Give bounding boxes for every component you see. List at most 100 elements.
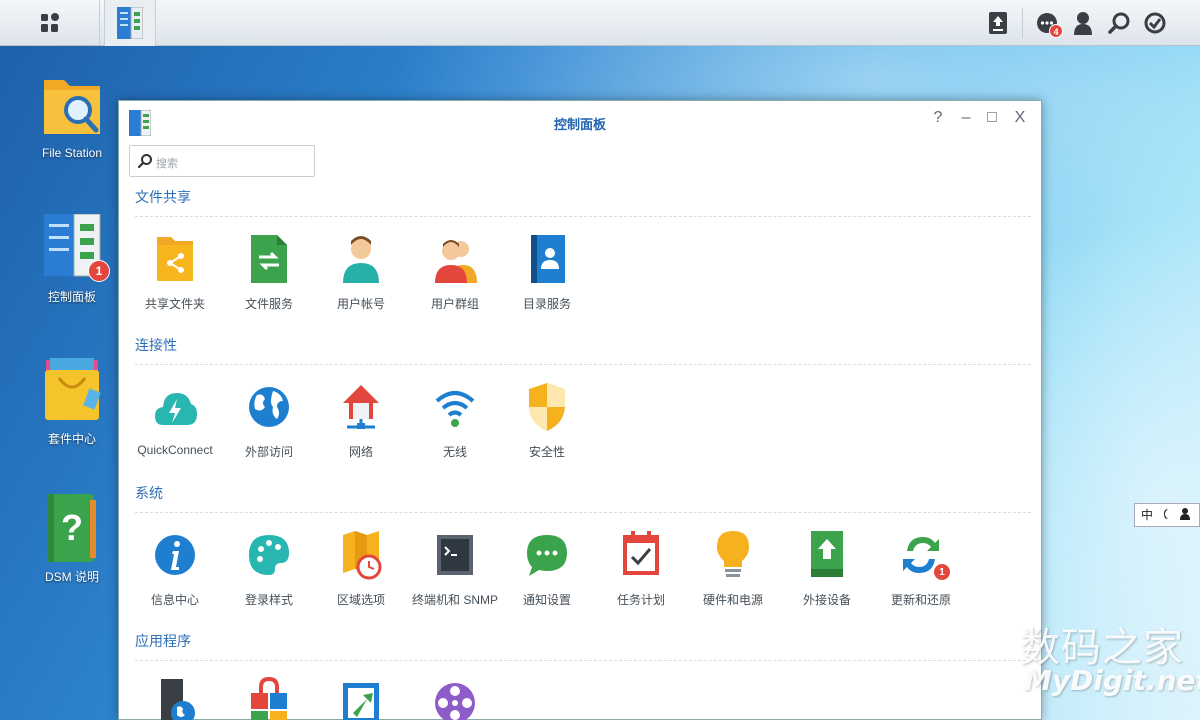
- desktop-icon-label: File Station: [41, 146, 103, 160]
- desktop-icon-dsm-help[interactable]: ? DSM 说明: [20, 494, 124, 585]
- globe-icon: [249, 387, 289, 427]
- item-regional-options[interactable]: 区域选项: [315, 529, 407, 608]
- palette-icon: [249, 535, 289, 575]
- chat-bubble-icon: [527, 535, 567, 576]
- watermark-url: MyDigit.net: [1024, 664, 1200, 697]
- item-shared-folder[interactable]: 共享文件夹: [129, 233, 221, 312]
- section-applications: 应用程序: [135, 631, 1031, 661]
- main-menu-button[interactable]: [0, 0, 100, 46]
- item-label: 通知设置: [522, 593, 571, 607]
- item-label: 外部访问: [244, 445, 293, 459]
- ime-mode-label: 中: [1141, 508, 1154, 522]
- lightbulb-icon: [717, 531, 749, 577]
- section-title: 应用程序: [135, 633, 191, 649]
- item-login-style[interactable]: 登录样式: [223, 529, 315, 608]
- notifications-button[interactable]: 4: [1029, 0, 1065, 46]
- section-connectivity: 连接性: [135, 335, 1031, 365]
- file-services-icon: [251, 235, 287, 283]
- maximize-button[interactable]: □: [979, 109, 1005, 127]
- item-update-restore[interactable]: 1 更新和还原: [875, 529, 967, 608]
- privileges-icon: [251, 676, 287, 720]
- item-label: 终端机和 SNMP: [411, 593, 498, 607]
- shopping-bag-icon: [45, 358, 101, 420]
- user-icon: [1074, 12, 1092, 35]
- item-user-group[interactable]: 用户群组: [409, 233, 501, 312]
- update-badge: 1: [933, 563, 951, 581]
- item-network[interactable]: 网络: [315, 381, 407, 460]
- grid-icon: [40, 13, 59, 32]
- item-label: 任务计划: [616, 593, 665, 607]
- search-icon: [138, 154, 152, 168]
- item-file-services[interactable]: 文件服务: [223, 233, 315, 312]
- calendar-check-icon: [623, 531, 659, 575]
- section-title: 系统: [135, 485, 163, 501]
- item-label: 登录样式: [244, 593, 293, 607]
- item-security[interactable]: 安全性: [501, 381, 593, 460]
- taskbar-control-panel-button[interactable]: [104, 0, 156, 46]
- help-book-icon: ?: [48, 494, 96, 562]
- item-external-access[interactable]: 外部访问: [223, 381, 315, 460]
- item-wireless[interactable]: 无线: [409, 381, 501, 460]
- control-panel-icon: [117, 7, 143, 39]
- control-panel-window: 控制面板 ? – □ X 搜索 文件共享 共享文件夹 文件服务 用户帐号 用户群…: [118, 100, 1042, 720]
- user-icon: [1179, 508, 1190, 520]
- minimize-button[interactable]: –: [953, 109, 979, 127]
- desktop-icon-label: 控制面板: [47, 290, 96, 304]
- item-shared-folder-sync[interactable]: [315, 677, 407, 720]
- section-title: 连接性: [135, 337, 177, 353]
- item-terminal-snmp[interactable]: 终端机和 SNMP: [409, 529, 501, 608]
- search-button[interactable]: [1101, 0, 1137, 46]
- widgets-button[interactable]: [1137, 0, 1173, 46]
- ime-indicator[interactable]: 中: [1134, 503, 1200, 527]
- map-clock-icon: [343, 531, 382, 580]
- help-button[interactable]: ?: [925, 109, 951, 127]
- close-button[interactable]: X: [1007, 109, 1033, 127]
- section-file-sharing: 文件共享: [135, 187, 1031, 217]
- item-label: 网络: [348, 445, 373, 459]
- item-external-devices[interactable]: 外接设备: [781, 529, 873, 608]
- user-menu-button[interactable]: [1065, 0, 1101, 46]
- terminal-icon: [437, 535, 473, 575]
- item-quickconnect[interactable]: QuickConnect: [129, 381, 221, 457]
- info-icon: [155, 535, 195, 575]
- section-divider: [135, 660, 1031, 661]
- item-task-scheduler[interactable]: 任务计划: [595, 529, 687, 608]
- item-user-account[interactable]: 用户帐号: [315, 233, 407, 312]
- search-input[interactable]: 搜索: [129, 145, 315, 177]
- item-label: 用户群组: [430, 297, 479, 311]
- item-notification[interactable]: 通知设置: [501, 529, 593, 608]
- group-icon: [435, 240, 477, 283]
- svg-text:?: ?: [61, 507, 83, 548]
- window-title: 控制面板: [553, 117, 606, 132]
- section-divider: [135, 512, 1031, 513]
- moon-icon: [1164, 509, 1169, 519]
- desktop-icon-control-panel[interactable]: 1 控制面板: [20, 213, 124, 305]
- item-directory-service[interactable]: 目录服务: [501, 233, 593, 312]
- item-label: 目录服务: [522, 297, 571, 311]
- upload-queue-icon: [989, 12, 1007, 34]
- user-icon: [343, 236, 379, 283]
- section-title: 文件共享: [135, 189, 191, 205]
- section-system: 系统: [135, 483, 1031, 513]
- taskbar: 4: [0, 0, 1200, 46]
- widgets-icon: [1144, 12, 1166, 34]
- shared-folder-sync-icon: [343, 683, 379, 720]
- directory-icon: [531, 235, 565, 283]
- desktop-icon-file-station[interactable]: File Station: [20, 72, 124, 160]
- item-hardware-power[interactable]: 硬件和电源: [687, 529, 779, 608]
- item-application-portal[interactable]: [129, 677, 221, 720]
- upload-queue-button[interactable]: [980, 0, 1016, 46]
- item-info-center[interactable]: 信息中心: [129, 529, 221, 608]
- item-label: 用户帐号: [336, 297, 385, 311]
- window-title-bar[interactable]: 控制面板 ? – □ X: [119, 101, 1041, 141]
- item-label: 共享文件夹: [144, 297, 205, 311]
- desktop-icon-package-center[interactable]: 套件中心: [20, 356, 124, 447]
- item-media-indexing[interactable]: [409, 677, 501, 720]
- media-indexing-icon: [435, 683, 475, 720]
- section-divider: [135, 364, 1031, 365]
- section-divider: [135, 216, 1031, 217]
- item-privileges[interactable]: [223, 676, 315, 720]
- taskbar-separator: [1022, 8, 1023, 38]
- item-label: 安全性: [528, 445, 565, 459]
- item-label: 文件服务: [244, 297, 293, 311]
